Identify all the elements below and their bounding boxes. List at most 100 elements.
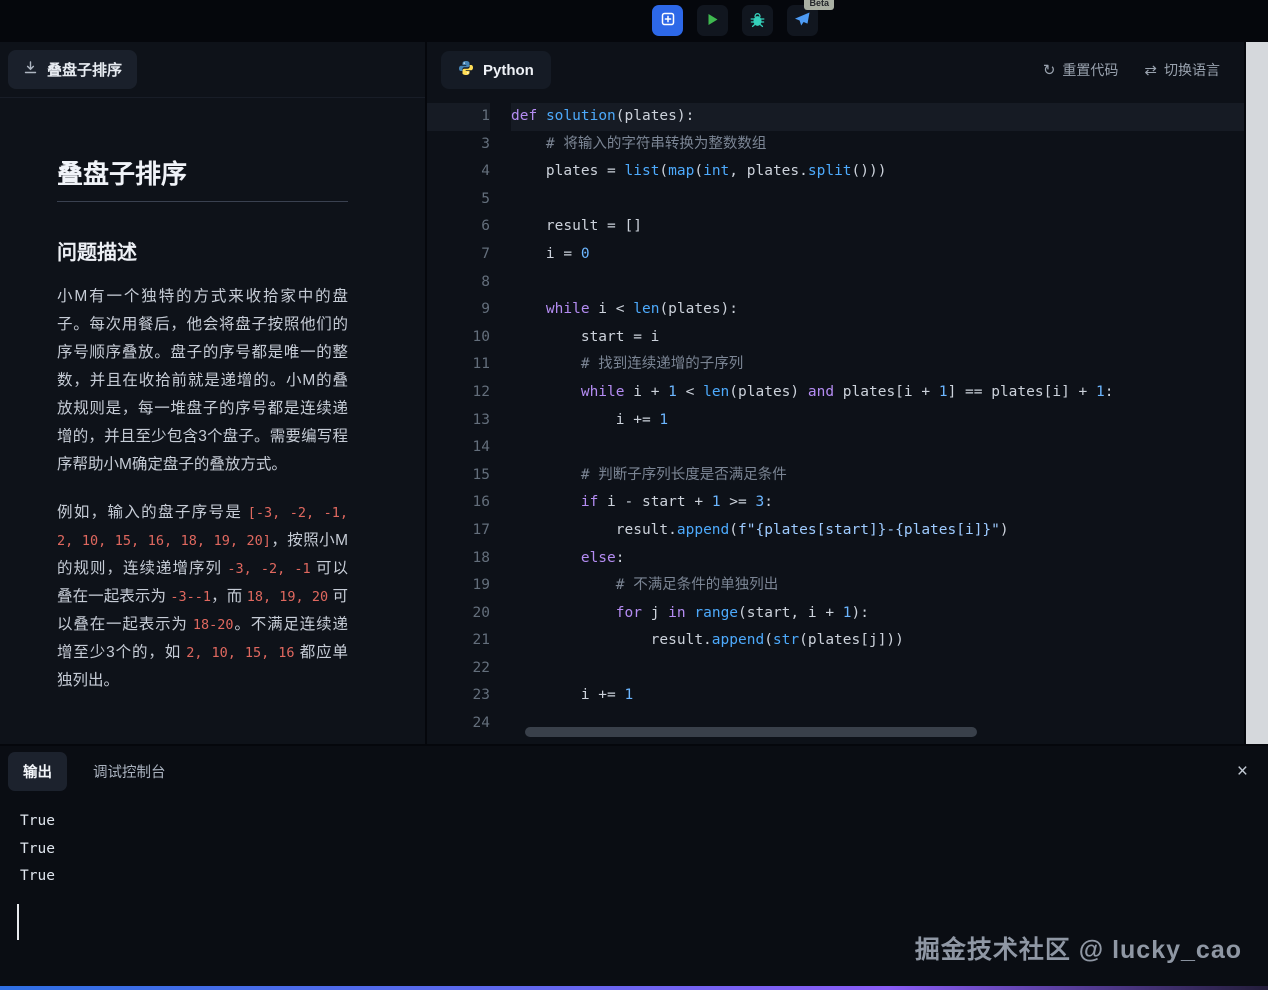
code-line[interactable]: while i + 1 < len(plates) and plates[i +… xyxy=(511,379,1244,407)
main-area: 叠盘子排序 叠盘子排序 问题描述 小M有一个独特的方式来收拾家中的盘子。每次用餐… xyxy=(0,42,1268,744)
text-caret xyxy=(17,904,19,940)
code-line[interactable]: # 找到连续递增的子序列 xyxy=(511,351,1244,379)
reset-code-label: 重置代码 xyxy=(1062,60,1118,80)
line-number: 24 xyxy=(427,710,490,738)
code-line[interactable]: if i - start + 1 >= 3: xyxy=(511,489,1244,517)
line-number: 12 xyxy=(427,379,490,407)
app-root: Beta 叠盘子排序 叠盘子排序 问题描述 小M有一个独特的方 xyxy=(0,0,1268,990)
line-number: 23 xyxy=(427,682,490,710)
problem-panel: 叠盘子排序 叠盘子排序 问题描述 小M有一个独特的方式来收拾家中的盘子。每次用餐… xyxy=(0,42,425,744)
text-segment: 例如，输入的盘子序号是 xyxy=(57,504,248,521)
scrollbar-thumb[interactable] xyxy=(525,727,977,737)
tab-output[interactable]: 输出 xyxy=(8,752,67,791)
output-line: True xyxy=(20,808,1268,836)
code-line[interactable]: else: xyxy=(511,545,1244,573)
output-line: True xyxy=(20,836,1268,864)
plus-square-icon xyxy=(660,11,676,30)
new-panel-button[interactable] xyxy=(652,5,683,36)
line-number: 15 xyxy=(427,462,490,490)
problem-paragraph: 小M有一个独特的方式来收拾家中的盘子。每次用餐后，他会将盘子按照他们的序号顺序叠… xyxy=(57,283,348,479)
problem-tab[interactable]: 叠盘子排序 xyxy=(8,50,137,89)
code-line[interactable]: start = i xyxy=(511,324,1244,352)
play-icon xyxy=(705,12,720,30)
inline-code: -3--1 xyxy=(170,589,211,605)
right-edge-panel[interactable] xyxy=(1246,42,1268,744)
reset-code-button[interactable]: ↻ 重置代码 xyxy=(1043,60,1119,80)
topbar: Beta xyxy=(0,0,1268,42)
line-number: 1 xyxy=(427,103,490,131)
problem-content[interactable]: 叠盘子排序 问题描述 小M有一个独特的方式来收拾家中的盘子。每次用餐后，他会将盘… xyxy=(0,98,425,744)
code-line[interactable]: while i < len(plates): xyxy=(511,296,1244,324)
line-number: 7 xyxy=(427,241,490,269)
run-button[interactable] xyxy=(697,5,728,36)
code-line[interactable]: i = 0 xyxy=(511,241,1244,269)
code-line[interactable]: result.append(str(plates[j])) xyxy=(511,627,1244,655)
editor-code[interactable]: def solution(plates): # 将输入的字符串转换为整数数组 p… xyxy=(511,103,1244,744)
console-panel: 输出 调试控制台 × TrueTrueTrue 掘金技术社区 @ lucky_c… xyxy=(0,746,1268,986)
editor-panel: Python ↻ 重置代码 ⇄ 切换语言 1345678910111213141… xyxy=(427,42,1244,744)
code-line[interactable]: i += 1 xyxy=(511,682,1244,710)
inline-code: 2, 10, 15, 16 xyxy=(186,645,294,661)
code-editor[interactable]: 13456789101112131415161718192021222324 d… xyxy=(427,98,1244,744)
inline-code: -3, -2, -1 xyxy=(227,561,310,577)
bottom-accent-bar xyxy=(0,986,1268,990)
switch-language-button[interactable]: ⇄ 切换语言 xyxy=(1144,60,1220,80)
editor-gutter: 13456789101112131415161718192021222324 xyxy=(427,103,511,744)
text-segment: ，而 xyxy=(211,588,247,605)
code-line[interactable] xyxy=(511,434,1244,462)
console-header: 输出 调试控制台 × xyxy=(0,746,1268,796)
code-line[interactable] xyxy=(511,186,1244,214)
switch-language-icon: ⇄ xyxy=(1144,61,1157,79)
code-line[interactable]: plates = list(map(int, plates.split())) xyxy=(511,158,1244,186)
code-line[interactable]: i += 1 xyxy=(511,407,1244,435)
switch-language-label: 切换语言 xyxy=(1164,60,1220,80)
line-number: 8 xyxy=(427,269,490,297)
reset-icon: ↻ xyxy=(1043,61,1056,79)
code-line[interactable]: # 将输入的字符串转换为整数数组 xyxy=(511,131,1244,159)
problem-section-heading: 问题描述 xyxy=(57,236,348,265)
line-number: 5 xyxy=(427,186,490,214)
line-number: 17 xyxy=(427,517,490,545)
line-number: 11 xyxy=(427,351,490,379)
python-icon xyxy=(458,60,474,80)
problem-panel-header: 叠盘子排序 xyxy=(0,42,425,98)
editor-actions: ↻ 重置代码 ⇄ 切换语言 xyxy=(1043,60,1220,80)
problem-example: 例如，输入的盘子序号是 [-3, -2, -1, 2, 10, 15, 16, … xyxy=(57,499,348,695)
line-number: 4 xyxy=(427,158,490,186)
line-number: 16 xyxy=(427,489,490,517)
line-number: 21 xyxy=(427,627,490,655)
console-output[interactable]: TrueTrueTrue xyxy=(0,796,1268,891)
tab-debug-console[interactable]: 调试控制台 xyxy=(93,761,166,782)
line-number: 9 xyxy=(427,296,490,324)
line-number: 14 xyxy=(427,434,490,462)
bug-icon xyxy=(749,11,766,31)
language-label: Python xyxy=(483,62,534,79)
code-line[interactable]: result.append(f"{plates[start]}-{plates[… xyxy=(511,517,1244,545)
code-line[interactable]: result = [] xyxy=(511,213,1244,241)
debug-button[interactable] xyxy=(742,5,773,36)
line-number: 20 xyxy=(427,600,490,628)
line-number: 18 xyxy=(427,545,490,573)
paper-plane-icon xyxy=(794,11,811,31)
topbar-actions: Beta xyxy=(652,5,818,36)
inline-code: 18-20 xyxy=(193,617,234,633)
code-line[interactable]: # 判断子序列长度是否满足条件 xyxy=(511,462,1244,490)
problem-tab-label: 叠盘子排序 xyxy=(47,59,122,80)
inline-code: 18, 19, 20 xyxy=(247,589,328,605)
watermark: 掘金技术社区 @ lucky_cao xyxy=(915,930,1242,966)
horizontal-scrollbar[interactable] xyxy=(525,727,1225,737)
problem-title: 叠盘子排序 xyxy=(57,154,348,202)
code-line[interactable] xyxy=(511,269,1244,297)
beta-badge: Beta xyxy=(804,0,834,10)
code-line[interactable] xyxy=(511,655,1244,683)
editor-header: Python ↻ 重置代码 ⇄ 切换语言 xyxy=(427,42,1244,98)
line-number: 3 xyxy=(427,131,490,159)
output-line: True xyxy=(20,863,1268,891)
code-line[interactable]: for j in range(start, i + 1): xyxy=(511,600,1244,628)
line-number: 22 xyxy=(427,655,490,683)
code-line[interactable]: # 不满足条件的单独列出 xyxy=(511,572,1244,600)
submit-button[interactable]: Beta xyxy=(787,5,818,36)
language-selector[interactable]: Python xyxy=(441,51,551,89)
close-icon[interactable]: × xyxy=(1237,762,1248,781)
code-line[interactable]: def solution(plates): xyxy=(511,103,1244,131)
